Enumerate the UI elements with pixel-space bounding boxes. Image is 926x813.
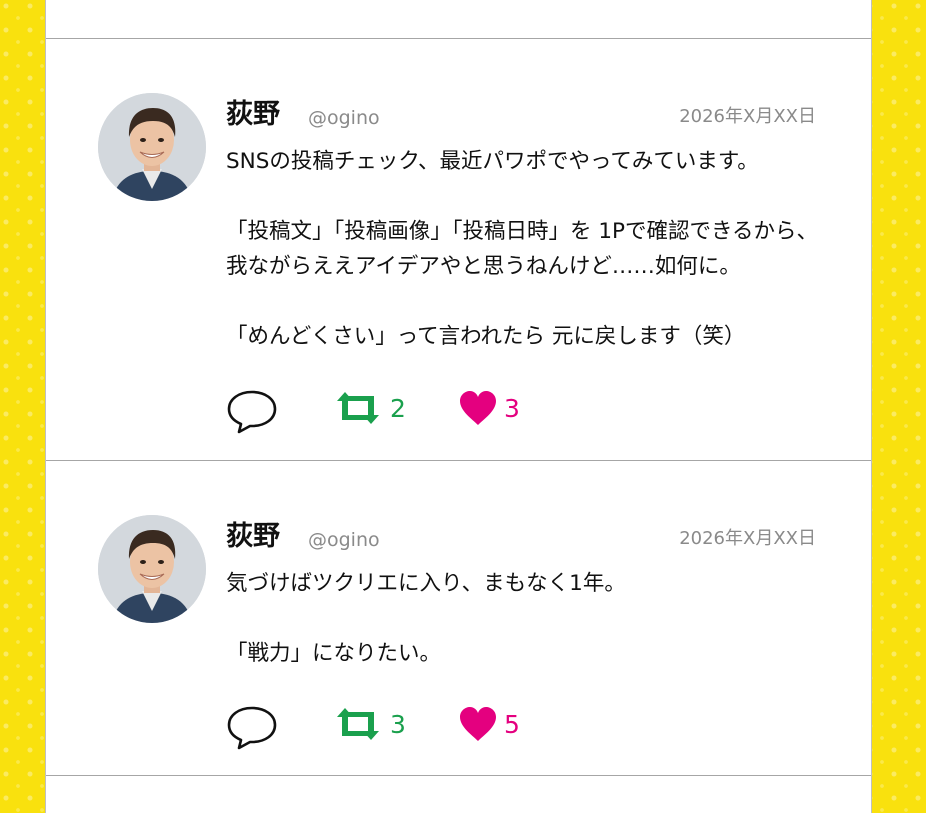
timeline-panel: 荻野 @ogino 2026年X月XX日 SNSの投稿チェック、最近パワポでやっ… [45,0,872,813]
heart-icon [460,391,496,425]
retweet-icon [337,392,379,424]
post-body: 気づけばツクリエに入り、まもなく1年。 「戦力」になりたい。 [226,566,836,671]
post-text-line [226,179,836,214]
author-name[interactable]: 荻野 [226,101,280,128]
post-divider [46,775,871,776]
author-handle[interactable]: @ogino [308,531,380,550]
retweet-button[interactable]: 2 [332,388,406,428]
post-body: SNSの投稿チェック、最近パワポでやってみています。 「投稿文」「投稿画像」「投… [226,144,836,354]
post-actions: 3 5 [226,704,546,754]
post-date: 2026年X月XX日 [679,106,816,127]
post-text-line: 我ながらええアイデアやと思うねんけど……如何に。 [226,254,741,279]
avatar[interactable] [98,515,206,623]
post-divider [46,38,871,39]
avatar[interactable] [98,93,206,201]
post-text-line [226,284,836,319]
speech-bubble-icon [227,390,277,434]
post-date: 2026年X月XX日 [679,528,816,549]
heart-icon [460,707,496,741]
retweet-count: 2 [390,393,406,423]
avatar-photo [98,515,206,623]
post-text-line: 「戦力」になりたい。 [226,641,442,666]
post-text-line: 「めんどくさい」って言われたら 元に戻します（笑） [226,324,746,349]
retweet-icon [337,708,379,740]
retweet-button[interactable]: 3 [332,704,406,744]
reply-button[interactable] [226,388,278,434]
like-count: 3 [504,393,520,423]
like-count: 5 [504,709,520,739]
reply-button[interactable] [226,704,278,750]
post-text-line [226,601,836,636]
author-name[interactable]: 荻野 [226,523,280,550]
post-actions: 2 3 [226,388,546,438]
author-handle[interactable]: @ogino [308,109,380,128]
like-button[interactable]: 3 [458,388,520,428]
post-text-line: SNSの投稿チェック、最近パワポでやってみています。 [226,149,759,174]
avatar-photo [98,93,206,201]
speech-bubble-icon [227,706,277,750]
post-text-line: 「投稿文」「投稿画像」「投稿日時」を 1Pで確認できるから、 [226,219,819,244]
like-button[interactable]: 5 [458,704,520,744]
post-divider [46,460,871,461]
post-text-line: 気づけばツクリエに入り、まもなく1年。 [226,571,626,596]
retweet-count: 3 [390,709,406,739]
